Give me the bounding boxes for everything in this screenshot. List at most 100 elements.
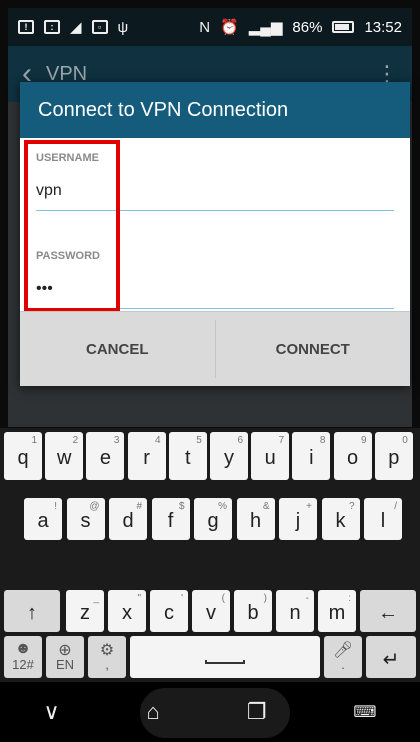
status-bar: ! : ◢ ▫ ψ N ⏰ ▂▄▆ 86% 13:52 bbox=[8, 8, 412, 46]
key-z[interactable]: _ z bbox=[66, 590, 104, 632]
key-secondary-label: @ bbox=[89, 501, 100, 512]
key-h[interactable]: & h bbox=[236, 498, 275, 540]
key-secondary-label: 2 bbox=[72, 435, 79, 446]
period-key[interactable]: 🎤︎ . bbox=[324, 636, 362, 678]
key-v[interactable]: (v bbox=[192, 590, 230, 632]
connect-button[interactable]: CONNECT bbox=[216, 312, 411, 386]
key-secondary-label: ! bbox=[54, 501, 57, 512]
symbols-key[interactable]: ☻ 12# bbox=[4, 636, 42, 678]
key-l[interactable]: / l bbox=[364, 498, 402, 540]
key-secondary-label: : bbox=[348, 593, 351, 604]
key-s[interactable]: @ s bbox=[66, 498, 105, 540]
notification-icons: ! : ◢ ▫ ψ bbox=[18, 20, 128, 35]
language-key[interactable]: ⊕ EN bbox=[46, 636, 84, 678]
emoji-icon: ☻ bbox=[14, 640, 32, 657]
battery-icon bbox=[332, 21, 355, 33]
phone-screen: ! : ◢ ▫ ψ N ⏰ ▂▄▆ 86% 13:52 ‹ VPN ⋮ Conn… bbox=[0, 0, 420, 742]
on-screen-keyboard: 1q2w3e4r5t6y7u8i9o0p ! a @ s # d $ f% g & h + j? k / l … bbox=[0, 428, 420, 682]
comma-key[interactable]: ⚙ , bbox=[88, 636, 126, 678]
key-f[interactable]: $ f bbox=[151, 498, 190, 540]
key-label: w bbox=[56, 446, 72, 469]
key-label: m bbox=[328, 601, 346, 624]
key-label: k bbox=[335, 509, 346, 532]
nav-home-background bbox=[140, 688, 290, 738]
cancel-button[interactable]: CANCEL bbox=[20, 312, 215, 386]
key-g[interactable]: % g bbox=[194, 498, 232, 540]
cell-signal-icon: ▂▄▆ bbox=[248, 18, 283, 36]
key-k[interactable]: ? k bbox=[321, 498, 360, 540]
key-secondary-label: 8 bbox=[319, 435, 326, 446]
key-label: o bbox=[347, 446, 359, 469]
backspace-key[interactable]: ← bbox=[360, 590, 416, 632]
key-b[interactable]: ) b bbox=[234, 590, 272, 632]
keyboard-icon[interactable]: ⌨ bbox=[353, 702, 376, 722]
key-secondary-label: 0 bbox=[402, 435, 408, 446]
key-label: y bbox=[224, 446, 234, 469]
symbols-label: 12# bbox=[12, 656, 34, 672]
key-label: q bbox=[17, 446, 29, 469]
key-label: u bbox=[264, 446, 276, 469]
key-y[interactable]: 6y bbox=[210, 432, 248, 480]
key-label: j bbox=[295, 509, 301, 532]
recents-icon[interactable]: ❐ bbox=[247, 699, 267, 725]
nfc-icon: N bbox=[199, 18, 211, 36]
key-secondary-label: # bbox=[136, 501, 142, 512]
key-u[interactable]: 7u bbox=[251, 432, 290, 480]
key-o[interactable]: 9o bbox=[333, 432, 372, 480]
key-j[interactable]: + j bbox=[279, 498, 317, 540]
shift-key[interactable]: ↑ bbox=[4, 590, 60, 632]
key-secondary-label: 4 bbox=[155, 435, 161, 446]
key-q[interactable]: 1q bbox=[4, 432, 42, 480]
key-m[interactable]: :m bbox=[318, 590, 356, 632]
key-secondary-label: - bbox=[305, 593, 309, 604]
key-e[interactable]: 3e bbox=[86, 432, 125, 480]
key-secondary-label: ) bbox=[263, 593, 267, 604]
key-secondary-label: 1 bbox=[31, 435, 37, 446]
key-d[interactable]: # d bbox=[109, 498, 147, 540]
key-label: d bbox=[122, 509, 134, 532]
key-label: a bbox=[37, 509, 49, 532]
settings-gear-icon: ⚙ bbox=[99, 642, 115, 659]
key-label: p bbox=[388, 446, 400, 469]
key-c[interactable]: ' c bbox=[150, 590, 188, 632]
key-r[interactable]: 4r bbox=[127, 432, 166, 480]
highlight-box bbox=[24, 140, 120, 312]
key-label: n bbox=[289, 601, 301, 624]
key-label: c bbox=[164, 601, 174, 624]
key-label: r bbox=[143, 446, 150, 469]
key-secondary-label: _ bbox=[93, 593, 99, 604]
signal-icon: ◢ bbox=[70, 18, 82, 36]
key-secondary-label: 6 bbox=[237, 435, 243, 446]
key-i[interactable]: 8i bbox=[292, 432, 331, 480]
system-icons: N ⏰ ▂▄▆ 86% 13:52 bbox=[199, 19, 402, 36]
key-x[interactable]: " x bbox=[108, 590, 146, 632]
key-label: g bbox=[207, 509, 219, 532]
key-label: x bbox=[122, 601, 132, 624]
navigation-bar: ∨ ⌂ ❐ ⌨ bbox=[0, 682, 420, 742]
enter-key[interactable]: ↵ bbox=[366, 636, 416, 678]
key-label: e bbox=[99, 446, 111, 469]
key-secondary-label: 5 bbox=[196, 435, 202, 446]
home-icon[interactable]: ⌂ bbox=[147, 699, 160, 725]
key-secondary-label: ' bbox=[181, 593, 183, 604]
chat-icon: : bbox=[44, 20, 60, 34]
key-secondary-label: / bbox=[394, 501, 397, 512]
key-p[interactable]: 0p bbox=[374, 432, 413, 480]
key-n[interactable]: -n bbox=[276, 590, 314, 632]
key-a[interactable]: ! a bbox=[24, 498, 62, 540]
key-secondary-label: 7 bbox=[278, 435, 285, 446]
dialog-title: Connect to VPN Connection bbox=[20, 82, 410, 138]
shift-icon: ↑ bbox=[27, 601, 37, 624]
key-w[interactable]: 2w bbox=[45, 432, 84, 480]
microphone-icon: 🎤︎ bbox=[332, 642, 354, 659]
key-label: f bbox=[167, 509, 174, 532]
key-label: i bbox=[309, 446, 314, 469]
key-t[interactable]: 5t bbox=[168, 432, 207, 480]
space-bar[interactable] bbox=[130, 636, 320, 678]
vpn-connect-dialog: Connect to VPN Connection USERNAME vpn P… bbox=[20, 82, 410, 386]
key-secondary-label: 3 bbox=[113, 435, 120, 446]
key-secondary-label: ? bbox=[348, 501, 355, 512]
chevron-down-icon[interactable]: ∨ bbox=[43, 699, 59, 725]
key-secondary-label: + bbox=[306, 501, 312, 512]
dialog-buttons: CANCEL CONNECT bbox=[20, 311, 410, 386]
